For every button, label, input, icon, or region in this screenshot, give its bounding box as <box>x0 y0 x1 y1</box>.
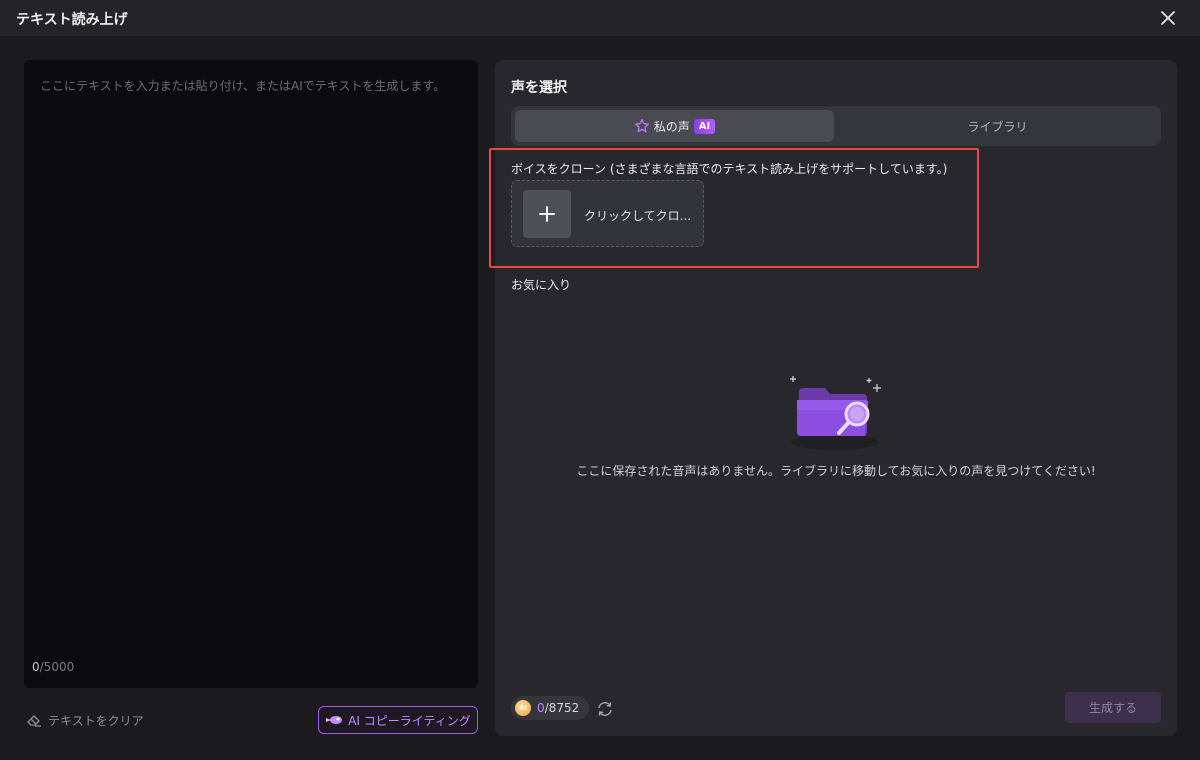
plus-icon <box>539 206 555 222</box>
voice-panel-title: 声を選択 <box>511 80 567 96</box>
ai-sparkle-icon <box>326 716 343 724</box>
character-count-current: 0 <box>32 660 40 674</box>
clear-text-label: テキストをクリア <box>48 713 144 728</box>
character-count-max: /5000 <box>39 660 75 674</box>
clone-voice-button-label: クリックしてクロ... <box>584 209 692 223</box>
clone-voice-button[interactable]: クリックしてクロ... <box>511 180 704 247</box>
tab-library[interactable]: ライブラリ <box>838 110 1157 142</box>
tab-my-voice-label: 私の声 <box>653 119 690 134</box>
ai-credit-coin-icon: AI <box>515 700 531 716</box>
empty-favorites-message: ここに保存された音声はありません。ライブラリに移動してお気に入りの声を見つけてく… <box>576 464 1096 478</box>
ai-badge: AI <box>693 118 716 134</box>
ai-copywriting-label: AI コピーライティング <box>348 713 471 728</box>
credits-used: 0 <box>537 701 545 715</box>
star-icon <box>634 118 649 133</box>
credits-total: /8752 <box>544 701 580 715</box>
refresh-credits-button[interactable] <box>596 700 614 718</box>
ai-credits: AI 0/8752 <box>511 696 589 720</box>
favorites-label: お気に入り <box>511 278 572 292</box>
editor-placeholder: ここにテキストを入力または貼り付け、またはAIでテキストを生成します。 <box>40 79 446 93</box>
clear-text-button[interactable]: テキストをクリア <box>26 710 144 730</box>
plus-box <box>523 190 571 238</box>
text-editor[interactable]: ここにテキストを入力または貼り付け、またはAIでテキストを生成します。 0/50… <box>24 60 478 688</box>
close-icon <box>1161 11 1175 25</box>
eraser-icon <box>27 715 41 727</box>
close-button[interactable] <box>1156 6 1180 30</box>
window-title: テキスト読み上げ <box>16 12 128 28</box>
character-count: 0/5000 <box>32 660 74 674</box>
generate-button[interactable]: 生成する <box>1065 692 1161 723</box>
title-bar: テキスト読み上げ <box>0 0 1200 36</box>
clone-voice-label: ボイスをクローン (さまざまな言語でのテキスト読み上げをサポートしています。) <box>511 162 948 176</box>
empty-folder-icon <box>790 376 881 450</box>
voice-tabs: 私の声 AI ライブラリ <box>511 106 1161 146</box>
ai-copywriting-button[interactable]: AI コピーライティング <box>318 706 478 734</box>
tab-my-voice[interactable]: 私の声 AI <box>515 110 834 142</box>
tab-library-label: ライブラリ <box>967 119 1028 134</box>
voice-panel: 声を選択 私の声 AI ライブラリ ボイスをクローン (さまざまな言語でのテキス… <box>489 60 1177 736</box>
refresh-icon <box>598 702 612 716</box>
